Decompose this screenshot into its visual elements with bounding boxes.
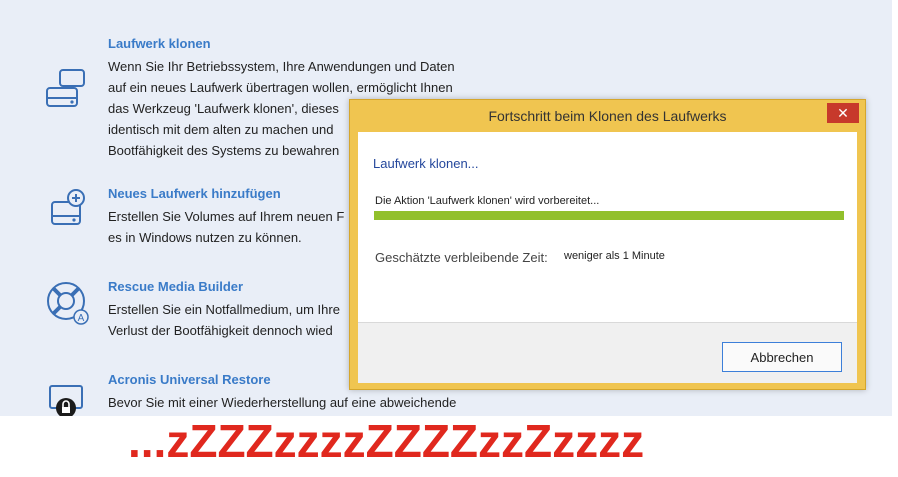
- remaining-time-label: Geschätzte verbleibende Zeit:: [375, 250, 548, 265]
- tool-description: Bevor Sie mit einer Wiederherstellung au…: [108, 395, 457, 410]
- dialog-footer: Abbrechen: [358, 322, 857, 383]
- tool-title[interactable]: Laufwerk klonen: [108, 36, 211, 51]
- progress-fill: [374, 211, 844, 220]
- tool-title[interactable]: Rescue Media Builder: [108, 279, 243, 294]
- lifebuoy-icon: A: [47, 282, 89, 325]
- dialog-body: Laufwerk klonen... Die Aktion 'Laufwerk …: [358, 132, 857, 383]
- svg-text:A: A: [78, 313, 85, 324]
- clone-progress-dialog: Fortschritt beim Klonen des Laufwerks ✕ …: [349, 99, 866, 390]
- progress-bar: [374, 211, 844, 220]
- add-disk-icon: [51, 189, 85, 225]
- close-button[interactable]: ✕: [827, 103, 859, 123]
- tool-title[interactable]: Acronis Universal Restore: [108, 372, 271, 387]
- status-text: Die Aktion 'Laufwerk klonen' wird vorber…: [375, 195, 600, 207]
- dialog-title: Fortschritt beim Klonen des Laufwerks: [488, 108, 727, 124]
- sleep-caption: ...zZZZzzzzZZZZzzZzzzz: [128, 415, 645, 467]
- disk-clone-icon: [46, 69, 85, 107]
- tool-title[interactable]: Neues Laufwerk hinzufügen: [108, 186, 281, 201]
- universal-restore-icon: [49, 385, 83, 416]
- remaining-time-value: weniger als 1 Minute: [564, 250, 665, 262]
- cancel-button[interactable]: Abbrechen: [722, 342, 842, 372]
- close-icon: ✕: [837, 105, 849, 121]
- dialog-heading: Laufwerk klonen...: [373, 156, 479, 171]
